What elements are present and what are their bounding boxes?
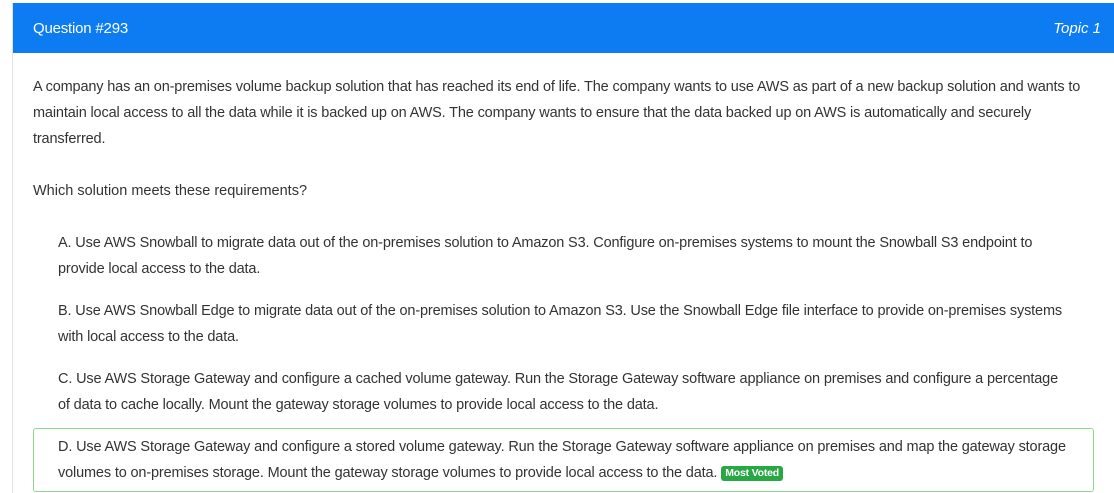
question-header: Question #293 Topic 1 bbox=[13, 3, 1114, 53]
question-prompt: Which solution meets these requirements? bbox=[33, 183, 308, 199]
choice-d[interactable]: D. Use AWS Storage Gateway and configure… bbox=[33, 428, 1094, 492]
choice-a[interactable]: A. Use AWS Snowball to migrate data out … bbox=[33, 224, 1094, 288]
topic-label: Topic 1 bbox=[1053, 19, 1101, 37]
choice-b[interactable]: B. Use AWS Snowball Edge to migrate data… bbox=[33, 292, 1094, 356]
choices-list: A. Use AWS Snowball to migrate data out … bbox=[33, 224, 1094, 492]
question-body: A company has an on-premises volume back… bbox=[13, 53, 1114, 492]
choice-text: Use AWS Storage Gateway and configure a … bbox=[58, 371, 1058, 413]
choice-letter: C. bbox=[58, 371, 73, 387]
question-number: Question #293 bbox=[33, 19, 128, 37]
choice-letter: A. bbox=[58, 235, 72, 251]
choice-c[interactable]: C. Use AWS Storage Gateway and configure… bbox=[33, 360, 1094, 424]
choice-text: Use AWS Snowball Edge to migrate data ou… bbox=[58, 303, 1062, 345]
choice-letter: D. bbox=[58, 439, 73, 455]
choice-letter: B. bbox=[58, 303, 72, 319]
most-voted-badge: Most Voted bbox=[721, 466, 784, 481]
choice-text: Use AWS Storage Gateway and configure a … bbox=[58, 439, 1066, 481]
question-text: A company has an on-premises volume back… bbox=[33, 79, 1081, 147]
question-card: Question #293 Topic 1 A company has an o… bbox=[12, 3, 1114, 493]
choice-text: Use AWS Snowball to migrate data out of … bbox=[58, 235, 1033, 277]
